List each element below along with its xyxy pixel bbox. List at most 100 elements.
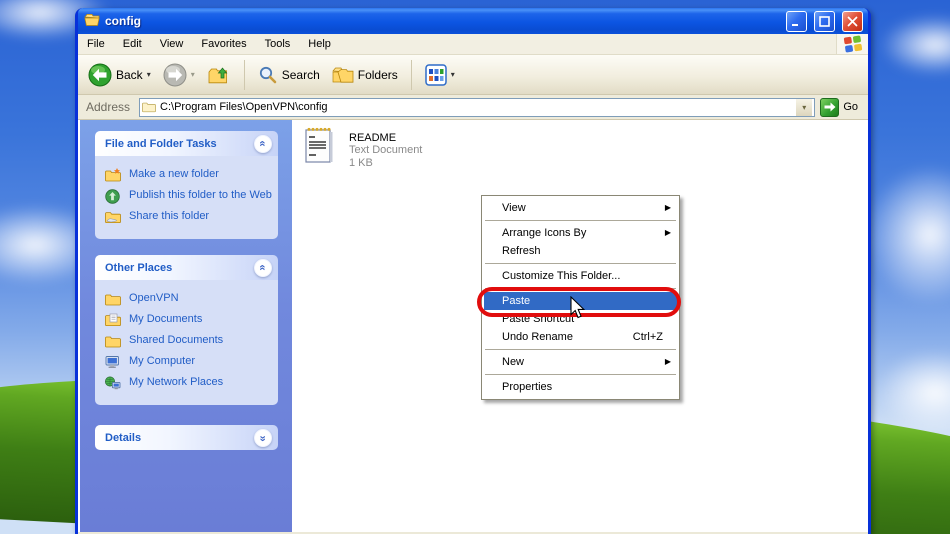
submenu-arrow-icon: ▶ [665, 353, 671, 371]
folders-button[interactable]: Folders [328, 63, 402, 87]
toolbar-separator [244, 60, 245, 90]
views-button[interactable]: ▾ [421, 61, 459, 89]
title-bar[interactable]: config [78, 8, 868, 34]
section-header[interactable]: File and Folder Tasks » [95, 131, 278, 156]
go-button[interactable]: Go [820, 98, 864, 117]
folder-icon [84, 13, 100, 30]
collapse-chevron-icon[interactable]: » [254, 135, 272, 153]
shortcut-label: Ctrl+Z [633, 328, 663, 346]
my-computer-icon [105, 355, 122, 369]
new-folder-icon [105, 168, 122, 182]
minimize-icon [791, 16, 802, 27]
address-dropdown-icon[interactable]: ▾ [796, 99, 812, 116]
explorer-main: File and Folder Tasks » Make a new folde… [78, 120, 868, 532]
section-title: Details [105, 432, 141, 444]
task-link-label: Make a new folder [129, 168, 219, 181]
text-document-icon [304, 126, 334, 164]
context-menu-separator [485, 263, 676, 264]
context-menu-item-customize-this-folder-[interactable]: Customize This Folder... [484, 267, 677, 285]
menu-bar-spacer [340, 34, 836, 54]
address-value: C:\Program Files\OpenVPN\config [160, 101, 792, 113]
task-link-my-computer[interactable]: My Computer [105, 355, 272, 369]
file-size: 1 KB [349, 157, 422, 170]
submenu-arrow-icon: ▶ [665, 199, 671, 217]
context-menu-separator [485, 374, 676, 375]
back-icon [88, 63, 112, 87]
task-link-my-documents[interactable]: My Documents [105, 313, 272, 327]
section-title: File and Folder Tasks [105, 138, 217, 150]
file-name: README [349, 132, 422, 144]
section-details: Details » [95, 425, 278, 450]
up-button[interactable] [203, 61, 235, 89]
folder-icon [142, 101, 156, 113]
task-link-publish-this-folder-to-the-web[interactable]: Publish this folder to the Web [105, 189, 272, 203]
section-header[interactable]: Details » [95, 425, 278, 450]
go-label: Go [843, 101, 858, 113]
task-link-share-this-folder[interactable]: Share this folder [105, 210, 272, 224]
context-menu-item-properties[interactable]: Properties [484, 378, 677, 396]
forward-button[interactable]: ▾ [159, 60, 199, 90]
context-menu-item-paste-shortcut[interactable]: Paste Shortcut [484, 310, 677, 328]
expand-chevron-icon[interactable]: » [254, 429, 272, 447]
folder-icon [105, 292, 122, 306]
desktop: config FileEditViewFavoritesToolsHelp [0, 0, 950, 534]
window-title: config [105, 14, 779, 28]
file-item-readme[interactable]: README Text Document 1 KB [304, 126, 474, 170]
cloud [865, 165, 950, 305]
search-button[interactable]: Search [254, 62, 324, 88]
menu-favorites[interactable]: Favorites [192, 34, 255, 54]
menu-view[interactable]: View [151, 34, 193, 54]
minimize-button[interactable] [786, 11, 807, 32]
collapse-chevron-icon[interactable]: » [254, 259, 272, 277]
cloud [880, 15, 950, 75]
my-documents-icon [105, 313, 122, 327]
up-folder-icon [207, 64, 231, 86]
network-places-icon [105, 376, 122, 390]
menu-tools[interactable]: Tools [256, 34, 300, 54]
menu-file[interactable]: File [78, 34, 114, 54]
back-button[interactable]: Back ▾ [84, 60, 155, 90]
context-menu-item-arrange-icons-by[interactable]: Arrange Icons By▶ [484, 224, 677, 242]
address-bar: Address C:\Program Files\OpenVPN\config … [78, 95, 868, 120]
context-menu-item-undo-rename[interactable]: Undo RenameCtrl+Z [484, 328, 677, 346]
section-other-places: Other Places » OpenVPN My Documents Shared… [95, 255, 278, 405]
close-icon [847, 16, 858, 27]
task-link-make-a-new-folder[interactable]: Make a new folder [105, 168, 272, 182]
menu-help[interactable]: Help [299, 34, 340, 54]
maximize-button[interactable] [814, 11, 835, 32]
section-file-and-folder-tasks: File and Folder Tasks » Make a new folde… [95, 131, 278, 239]
maximize-icon [819, 16, 830, 27]
context-menu-item-paste[interactable]: Paste [484, 292, 677, 310]
section-title: Other Places [105, 262, 172, 274]
section-header[interactable]: Other Places » [95, 255, 278, 280]
task-link-label: Shared Documents [129, 334, 223, 347]
task-link-label: My Network Places [129, 376, 223, 389]
views-dropdown-icon[interactable]: ▾ [451, 70, 455, 79]
context-menu-item-view[interactable]: View▶ [484, 199, 677, 217]
back-label: Back [116, 68, 143, 82]
task-link-label: Publish this folder to the Web [129, 189, 272, 202]
toolbar-separator [411, 60, 412, 90]
file-type: Text Document [349, 144, 422, 157]
close-button[interactable] [842, 11, 863, 32]
task-link-openvpn[interactable]: OpenVPN [105, 292, 272, 306]
task-link-label: My Computer [129, 355, 195, 368]
address-input[interactable]: C:\Program Files\OpenVPN\config ▾ [139, 98, 815, 117]
menu-edit[interactable]: Edit [114, 34, 151, 54]
task-link-my-network-places[interactable]: My Network Places [105, 376, 272, 390]
context-menu-item-new[interactable]: New▶ [484, 353, 677, 371]
folders-label: Folders [358, 68, 398, 82]
publish-web-icon [105, 189, 122, 203]
menu-bar: FileEditViewFavoritesToolsHelp [78, 34, 868, 55]
toolbar: Back ▾ ▾ [78, 55, 868, 95]
forward-icon [163, 63, 187, 87]
task-link-label: My Documents [129, 313, 202, 326]
windows-logo-icon [836, 34, 868, 54]
task-link-label: OpenVPN [129, 292, 179, 305]
task-link-shared-documents[interactable]: Shared Documents [105, 334, 272, 348]
back-dropdown-icon[interactable]: ▾ [147, 70, 151, 79]
context-menu-item-refresh[interactable]: Refresh [484, 242, 677, 260]
task-link-label: Share this folder [129, 210, 209, 223]
search-label: Search [282, 68, 320, 82]
context-menu-separator [485, 220, 676, 221]
